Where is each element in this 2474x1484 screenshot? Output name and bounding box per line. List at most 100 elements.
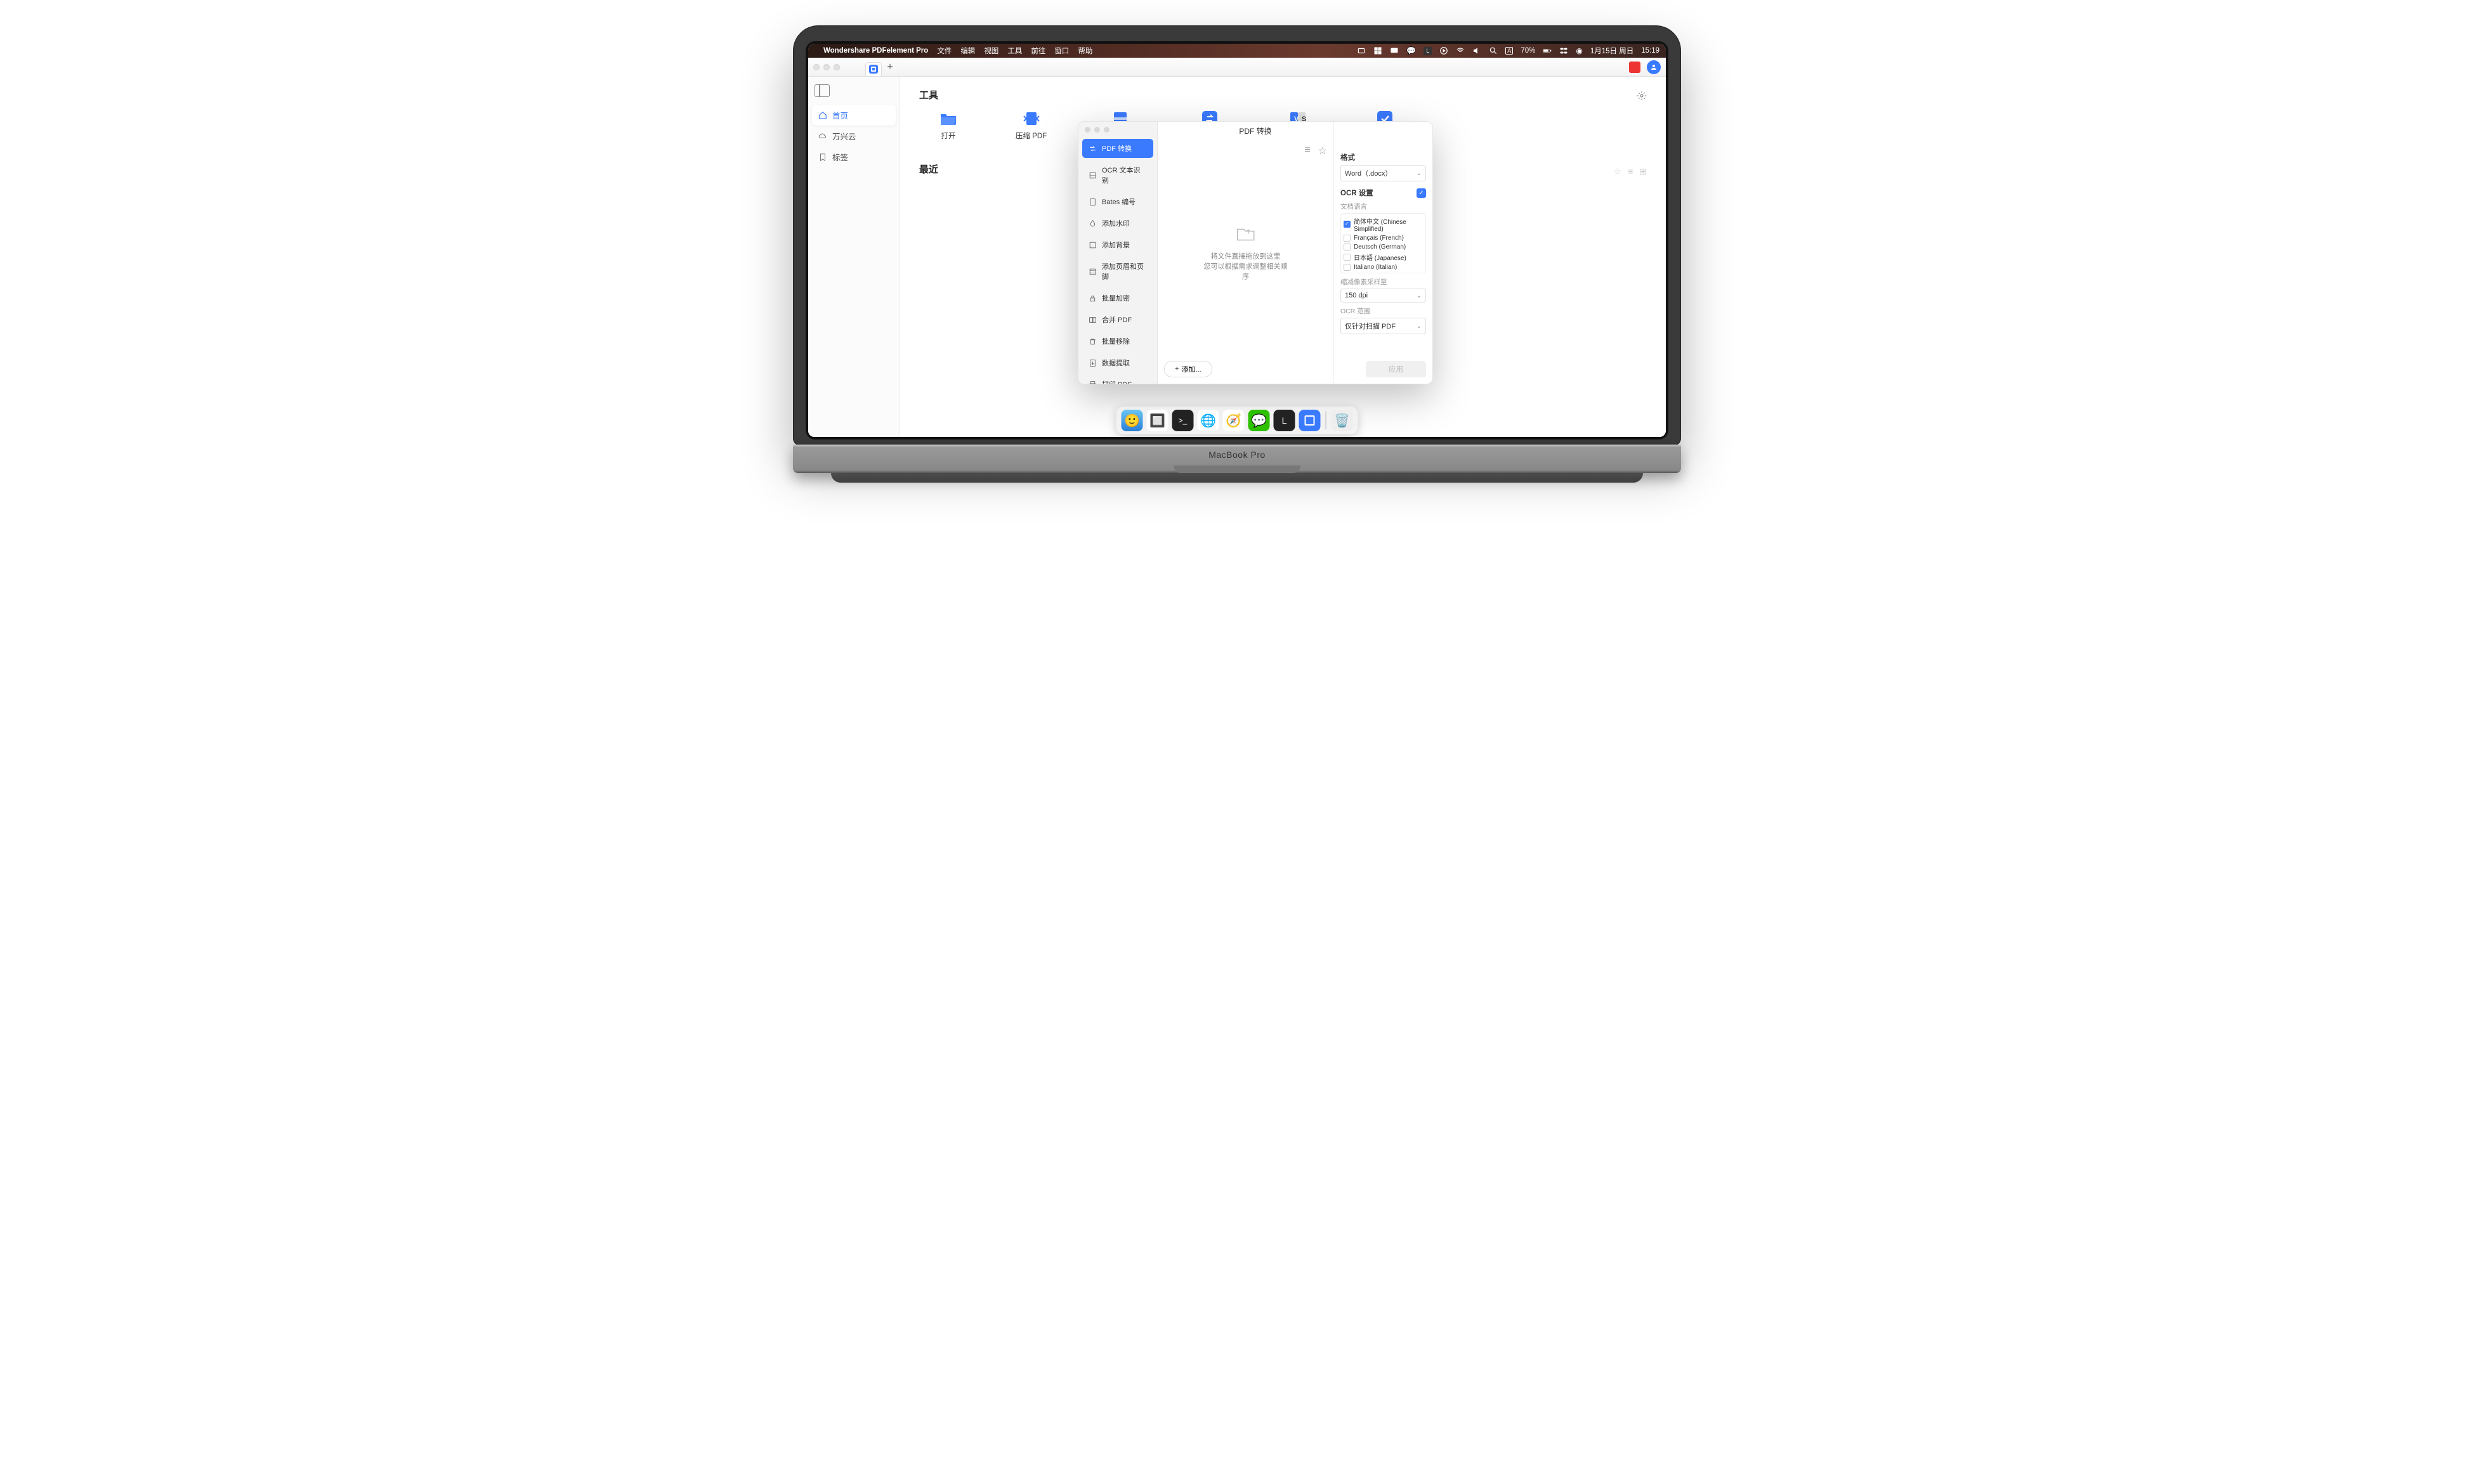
wechat-status-icon[interactable]: 💬 (1406, 46, 1416, 55)
tool-compress[interactable]: 压缩 PDF (1016, 110, 1047, 141)
window-traffic-lights[interactable] (813, 64, 840, 70)
home-icon (818, 111, 827, 120)
dropzone-text-1: 将文件直接拖放到这里 (1201, 251, 1290, 261)
spotlight-icon[interactable] (1489, 46, 1498, 55)
panel-toggle-icon[interactable] (815, 84, 830, 97)
modal-sidebar: PDF 转换 OCR 文本识别 Bates 编号 添加水印 添加背景 添加页眉和… (1078, 122, 1158, 384)
bates-icon (1089, 198, 1097, 206)
favorites-icon[interactable]: ☆ (1318, 145, 1327, 157)
downsample-select[interactable]: 150 dpi (1340, 289, 1426, 303)
menu-goto[interactable]: 前往 (1031, 46, 1045, 56)
app-name[interactable]: Wondershare PDFelement Pro (823, 47, 928, 55)
modal-item-remove[interactable]: 批量移除 (1082, 332, 1153, 351)
format-select[interactable]: Word（.docx） (1340, 165, 1426, 181)
ocr-enable-toggle[interactable]: ✓ (1417, 188, 1426, 198)
tool-open[interactable]: 打开 (938, 110, 959, 141)
dock-finder[interactable]: 🙂 (1122, 410, 1143, 431)
merge-icon (1089, 316, 1097, 324)
menu-help[interactable]: 帮助 (1078, 46, 1092, 56)
dock-safari[interactable]: 🧭 (1223, 410, 1245, 431)
siri-icon[interactable]: ◉ (1576, 46, 1582, 55)
modal-item-headerfooter[interactable]: 添加页眉和页脚 (1082, 257, 1153, 286)
app-l-icon[interactable]: L (1424, 47, 1432, 55)
battery-icon[interactable] (1543, 46, 1552, 55)
modal-item-extract[interactable]: 数据提取 (1082, 353, 1153, 372)
lang-option[interactable]: Italiano (Italian) (1342, 263, 1424, 271)
modal-item-watermark[interactable]: 添加水印 (1082, 214, 1153, 233)
screenshot-icon[interactable] (1357, 46, 1366, 55)
modal-item-convert[interactable]: PDF 转换 (1082, 139, 1153, 158)
convert-small-icon (1089, 145, 1097, 153)
dropzone[interactable]: 将文件直接拖放到这里 您可以根据需求调整相关顺序 (1201, 225, 1290, 281)
print-icon (1089, 381, 1097, 385)
apply-button[interactable]: 应用 (1366, 361, 1426, 377)
menubar-date[interactable]: 1月15日 周日 (1590, 46, 1633, 56)
home-tab[interactable] (865, 62, 882, 76)
promo-badge-icon[interactable] (1629, 62, 1640, 73)
list-mode-icon[interactable]: ≡ (1304, 145, 1310, 157)
ocr-settings-label: OCR 设置 (1340, 188, 1373, 198)
account-avatar[interactable] (1647, 60, 1661, 74)
menu-view[interactable]: 视图 (984, 46, 998, 56)
bookmark-icon (818, 153, 827, 162)
batch-modal: PDF 转换 PDF 转换 OCR 文本识别 Bates 编号 添加水印 添加背… (1078, 121, 1433, 384)
dock-trash[interactable]: 🗑️ (1332, 410, 1353, 431)
wifi-icon[interactable] (1456, 46, 1465, 55)
view-grid-icon[interactable]: ⊞ (1639, 166, 1647, 177)
menu-edit[interactable]: 编辑 (960, 46, 975, 56)
menu-window[interactable]: 窗口 (1054, 46, 1069, 56)
dropzone-text-2: 您可以根据需求调整相关顺序 (1201, 261, 1290, 281)
screen: Wondershare PDFelement Pro 文件 编辑 视图 工具 前… (808, 44, 1666, 437)
dock-launchpad[interactable]: 🔲 (1147, 410, 1168, 431)
add-file-button[interactable]: +添加... (1164, 361, 1212, 377)
playback-icon[interactable] (1439, 46, 1448, 55)
modal-dropzone-panel: ≡ ☆ 将文件直接拖放到这里 您可以根据需求调整相关顺序 +添加... (1158, 122, 1334, 384)
modal-item-background[interactable]: 添加背景 (1082, 235, 1153, 254)
lang-option[interactable]: 日本語 (Japanese) (1342, 251, 1424, 263)
dock-wechat[interactable]: 💬 (1248, 410, 1270, 431)
modal-traffic-lights[interactable] (1078, 122, 1157, 138)
dock-pdfelement[interactable] (1299, 410, 1321, 431)
input-source-icon[interactable]: A (1505, 47, 1513, 55)
checkbox-icon (1344, 264, 1351, 271)
dock-chrome[interactable]: 🌐 (1198, 410, 1219, 431)
sidebar-item-bookmarks[interactable]: 标签 (812, 146, 896, 167)
menu-tools[interactable]: 工具 (1007, 46, 1022, 56)
lang-option[interactable]: 简体中文 (Chinese Simplified) (1342, 215, 1424, 233)
checkbox-icon (1344, 235, 1351, 242)
display-icon[interactable] (1390, 46, 1399, 55)
recent-section-title: 最近 (919, 162, 938, 176)
language-label: 文档语言 (1340, 202, 1426, 211)
checkbox-icon (1344, 221, 1351, 228)
modal-item-ocr[interactable]: OCR 文本识别 (1082, 160, 1153, 190)
macos-menubar: Wondershare PDFelement Pro 文件 编辑 视图 工具 前… (808, 44, 1666, 58)
control-center-icon[interactable] (1559, 46, 1568, 55)
modal-item-merge[interactable]: 合并 PDF (1082, 310, 1153, 329)
ocr-range-select[interactable]: 仅针对扫描 PDF (1340, 318, 1426, 334)
view-star-icon[interactable]: ☆ (1614, 166, 1622, 177)
view-list-icon[interactable]: ≡ (1628, 166, 1633, 177)
lang-option[interactable]: Deutsch (German) (1342, 242, 1424, 251)
app-logo-icon (869, 65, 878, 74)
menubar-time[interactable]: 15:19 (1641, 47, 1659, 55)
menu-file[interactable]: 文件 (937, 46, 952, 56)
lang-option[interactable]: Русский (Russian) (1342, 271, 1424, 273)
language-list[interactable]: 简体中文 (Chinese Simplified) Français (Fren… (1340, 213, 1426, 273)
volume-icon[interactable] (1472, 46, 1481, 55)
trash-icon (1089, 337, 1097, 346)
settings-gear-icon[interactable] (1637, 91, 1647, 104)
modal-item-encrypt[interactable]: 批量加密 (1082, 289, 1153, 308)
headerfooter-icon (1089, 268, 1097, 276)
sidebar-item-cloud[interactable]: 万兴云 (812, 126, 896, 146)
lang-option[interactable]: Français (French) (1342, 233, 1424, 242)
dock-terminal[interactable]: >_ (1172, 410, 1194, 431)
plus-icon: + (1175, 365, 1179, 373)
sidebar-item-label: 首页 (832, 109, 848, 121)
sidebar-item-home[interactable]: 首页 (812, 105, 896, 126)
stage-manager-icon[interactable] (1373, 46, 1382, 55)
new-tab-button[interactable]: + (882, 59, 898, 75)
dock-app-l[interactable]: L (1274, 410, 1295, 431)
modal-item-print[interactable]: 打印 PDF (1082, 375, 1153, 384)
modal-item-bates[interactable]: Bates 编号 (1082, 192, 1153, 211)
extract-icon (1089, 359, 1097, 367)
